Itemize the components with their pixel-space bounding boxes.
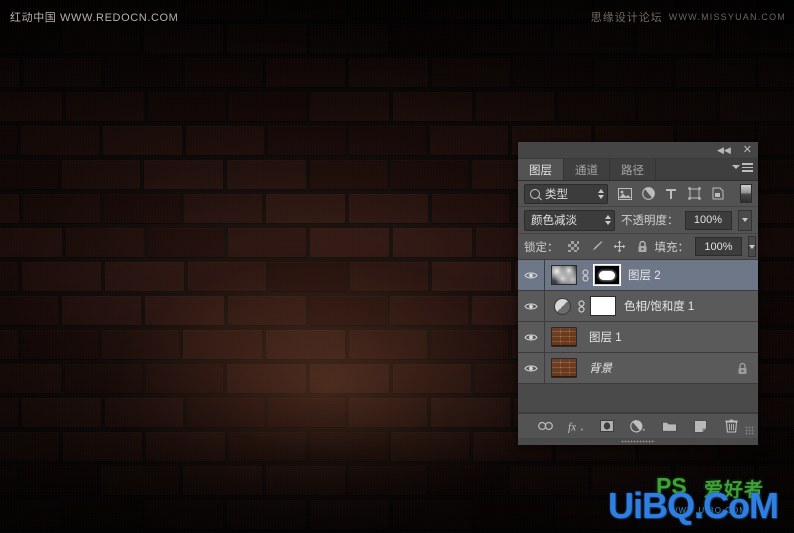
adjustment-layer-icon[interactable] xyxy=(641,187,655,201)
lock-all-icon[interactable] xyxy=(636,240,649,253)
resize-grip[interactable] xyxy=(745,426,754,435)
svg-text:fx: fx xyxy=(568,421,576,432)
watermark-top-right-en: WWW.MISSYUAN.COM xyxy=(668,12,786,22)
lock-transparency-icon[interactable] xyxy=(567,240,580,253)
mask-link-icon[interactable] xyxy=(581,268,590,282)
logo-main-text: UiBQ.CoM xyxy=(608,485,779,526)
hamburger-icon xyxy=(742,163,753,172)
chevron-down-icon xyxy=(732,165,740,170)
shape-layer-icon[interactable] xyxy=(687,187,701,201)
eye-icon xyxy=(524,271,538,280)
filter-type-label: 类型 xyxy=(545,188,568,201)
layer-mask-thumbnail-active[interactable] xyxy=(593,264,621,286)
watermark-top-left: 红动中国 WWW.REDOCN.COM xyxy=(10,12,179,24)
layer-thumbnails-1[interactable] xyxy=(545,264,621,286)
lock-position-icon[interactable] xyxy=(613,240,626,253)
filter-stepper-icon[interactable] xyxy=(598,188,604,199)
delete-layer-icon[interactable] xyxy=(723,418,739,434)
lock-label: 锁定： xyxy=(524,241,559,254)
layer-row-1[interactable]: 图层 2 xyxy=(518,260,758,291)
fill-dropdown-icon[interactable] xyxy=(748,236,756,257)
layer-visibility-toggle-4[interactable] xyxy=(518,353,545,383)
panel-menu-icon[interactable] xyxy=(732,163,753,172)
filter-icon-group[interactable] xyxy=(618,187,724,201)
layers-panel-footer[interactable]: fx xyxy=(518,413,758,438)
layer-name-4[interactable]: 背景 xyxy=(589,360,737,376)
layer-row-4[interactable]: 背景 xyxy=(518,353,758,384)
opacity-dropdown-icon[interactable] xyxy=(737,209,752,231)
blend-mode-stepper-icon[interactable] xyxy=(605,215,611,225)
layer-style-fx-icon[interactable]: fx xyxy=(568,418,584,434)
eye-icon xyxy=(524,302,538,311)
panel-drag-handle[interactable] xyxy=(518,438,758,445)
site-logo: PS 爱好者 WWW.UIBQ.COM UiBQ.CoM xyxy=(608,471,788,529)
layer-thumbnail-clouds[interactable] xyxy=(551,265,577,285)
watermark-top-right-cn: 思缘设计论坛 xyxy=(590,12,663,24)
drag-dots-icon xyxy=(621,440,655,443)
background-lock-icon xyxy=(737,362,748,375)
new-layer-icon[interactable] xyxy=(692,418,708,434)
layer-visibility-toggle-2[interactable] xyxy=(518,291,545,321)
layer-thumbnails-4[interactable] xyxy=(545,358,581,378)
layer-name-1[interactable]: 图层 2 xyxy=(628,267,758,283)
link-layers-icon[interactable] xyxy=(537,418,553,434)
opacity-label: 不透明度： xyxy=(621,215,679,227)
watermark-top-right: 思缘设计论坛 WWW.MISSYUAN.COM xyxy=(591,9,786,25)
layer-thumbnails-2[interactable] xyxy=(545,295,616,317)
lock-row[interactable]: 锁定： 填充： 100% xyxy=(518,234,758,260)
search-icon xyxy=(530,188,540,199)
layers-empty-area xyxy=(518,384,758,413)
pixel-layer-icon[interactable] xyxy=(618,187,632,201)
layer-mask-thumbnail-white[interactable] xyxy=(590,296,616,316)
blend-mode-value: 颜色减淡 xyxy=(531,215,577,227)
collapse-icon[interactable]: ◀◀ xyxy=(717,145,731,155)
layer-row-2[interactable]: 色相/饱和度 1 xyxy=(518,291,758,322)
smart-object-icon[interactable] xyxy=(710,187,724,201)
lock-image-icon[interactable] xyxy=(590,240,603,253)
filter-toggle-switch[interactable] xyxy=(740,184,752,203)
fill-value[interactable]: 100% xyxy=(695,237,742,256)
background-layer-thumbnail[interactable] xyxy=(551,358,577,378)
type-layer-icon[interactable] xyxy=(664,187,678,201)
tab-paths[interactable]: 路径 xyxy=(610,159,656,180)
eye-icon xyxy=(524,364,538,373)
adjustment-layer-thumbnail[interactable] xyxy=(551,295,573,317)
layer-name-3[interactable]: 图层 1 xyxy=(589,329,758,345)
mask-link-icon[interactable] xyxy=(577,299,586,313)
fill-label: 填充： xyxy=(654,241,690,254)
layer-visibility-toggle-3[interactable] xyxy=(518,322,545,352)
lock-icon-group[interactable] xyxy=(567,240,649,253)
new-adjustment-layer-icon[interactable] xyxy=(630,418,646,434)
layer-name-2[interactable]: 色相/饱和度 1 xyxy=(624,298,758,314)
layer-thumbnail-brick[interactable] xyxy=(551,327,577,347)
blend-mode-select[interactable]: 颜色减淡 xyxy=(524,209,615,231)
new-group-icon[interactable] xyxy=(661,418,677,434)
blend-mode-row[interactable]: 颜色减淡 不透明度： 100% xyxy=(518,207,758,234)
filter-type-select[interactable]: 类型 xyxy=(524,183,608,204)
opacity-value[interactable]: 100% xyxy=(684,210,732,230)
layers-list[interactable]: 图层 2 色相/饱和度 1 图层 1 背景 xyxy=(518,260,758,413)
close-icon[interactable]: ✕ xyxy=(743,144,752,156)
layer-visibility-toggle-1[interactable] xyxy=(518,260,545,290)
panel-tabbar[interactable]: 图层 通道 路径 xyxy=(518,159,758,181)
eye-icon xyxy=(524,333,538,342)
tab-channels[interactable]: 通道 xyxy=(564,159,610,180)
add-layer-mask-icon[interactable] xyxy=(599,418,615,434)
layer-row-3[interactable]: 图层 1 xyxy=(518,322,758,353)
layer-thumbnails-3[interactable] xyxy=(545,327,581,347)
layer-filter-row[interactable]: 类型 xyxy=(518,181,758,207)
panel-titlebar: ◀◀ ✕ xyxy=(518,142,758,159)
layers-panel[interactable]: ◀◀ ✕ 图层 通道 路径 类型 颜色减淡 不透明度： 100% 锁定： 填充：… xyxy=(518,142,758,445)
tab-layers[interactable]: 图层 xyxy=(518,159,564,180)
